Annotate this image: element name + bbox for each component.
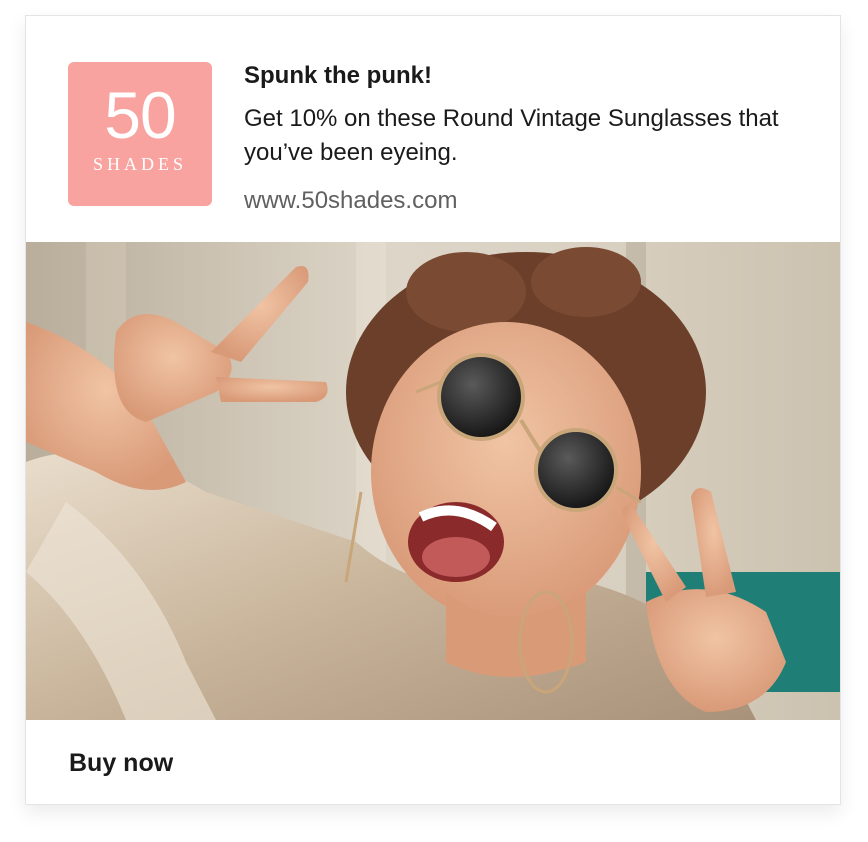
logo-word: SHADES (92, 154, 187, 174)
ad-headline: Spunk the punk! (244, 62, 432, 89)
ad-header: 50 SHADES Spunk the punk! Get 10% on the… (26, 16, 840, 242)
brand-logo[interactable]: 50 SHADES (68, 62, 212, 206)
photo-woman-sunglasses-icon (26, 242, 840, 720)
ad-footer: Buy now (26, 720, 840, 804)
ad-body-text: Get 10% on these Round Vintage Sunglasse… (244, 105, 779, 166)
logo-number: 50 (104, 78, 176, 152)
buy-now-button[interactable]: Buy now (69, 747, 173, 779)
ad-image[interactable] (26, 242, 840, 720)
ad-card[interactable]: 50 SHADES Spunk the punk! Get 10% on the… (25, 15, 841, 805)
ad-url-link[interactable]: www.50shades.com (244, 186, 457, 216)
